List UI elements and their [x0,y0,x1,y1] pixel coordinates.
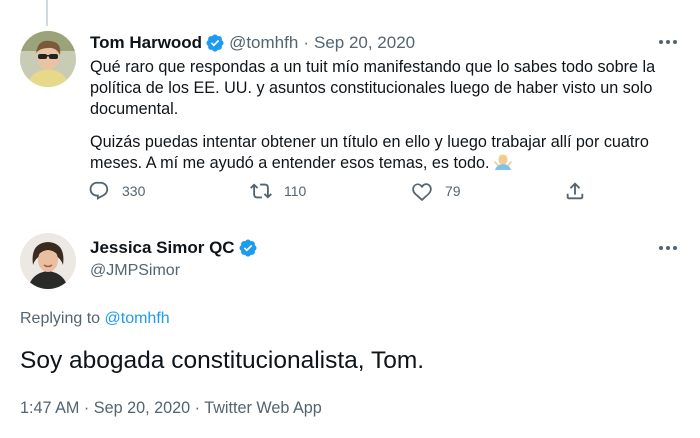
share-button[interactable] [564,180,586,202]
man-shrugging-emoji-icon [493,153,512,171]
retweet-icon [250,180,272,202]
reply-time[interactable]: 1:47 AM [20,399,79,417]
replying-to-line: Replying to @tomhfh [20,310,170,328]
reply-text: Soy abogada constitucionalista, Tom. [20,347,425,374]
tweet-paragraph: Qué raro que respondas a un tuit mío man… [90,58,656,118]
reply-button[interactable]: 330 [88,180,145,202]
like-button[interactable]: 79 [411,180,461,202]
jessica-simor-avatar[interactable] [20,233,76,289]
reply-header: Jessica Simor QC [90,238,262,258]
more-icon[interactable] [656,241,680,255]
retweet-count: 110 [284,183,307,199]
reply-date[interactable]: Sep 20, 2020 [94,399,190,417]
more-icon[interactable] [656,35,680,49]
tweet-header: Tom Harwood @tomhfh · Sep 20, 2020 [90,33,415,53]
reply-count: 330 [122,183,146,199]
tom-harwood-avatar[interactable] [20,31,76,87]
tweet-actions: 330 110 79 [88,180,598,206]
share-icon [564,180,586,202]
like-count: 79 [445,183,461,199]
heart-icon [411,180,433,202]
meta-separator: · [83,399,90,417]
replying-to-handle-link[interactable]: @tomhfh [105,310,170,327]
reply-icon [88,180,110,202]
tweet-paragraph-2: Quizás puedas intentar obtener un título… [90,132,686,174]
reply-client: Twitter Web App [204,399,322,417]
thread-connector-line [46,0,48,26]
author-name[interactable]: Tom Harwood [90,33,202,53]
reply-meta: 1:47 AM · Sep 20, 2020 · Twitter Web App [20,399,322,418]
tweet-paragraph-text: Quizás puedas intentar obtener un título… [90,133,649,172]
author-handle[interactable]: @tomhfh [229,33,298,53]
meta-separator-2: · [194,399,200,417]
tweet-date[interactable]: Sep 20, 2020 [314,33,415,53]
replying-to-label: Replying to [20,310,101,327]
retweet-button[interactable]: 110 [250,180,306,202]
verified-badge-icon [238,238,258,258]
tweet-body: Qué raro que respondas a un tuit mío man… [90,57,686,186]
verified-badge-icon [205,33,225,53]
reply-author-handle[interactable]: @JMPSimor [90,262,180,280]
reply-author-name[interactable]: Jessica Simor QC [90,238,235,258]
header-separator: · [303,33,309,52]
